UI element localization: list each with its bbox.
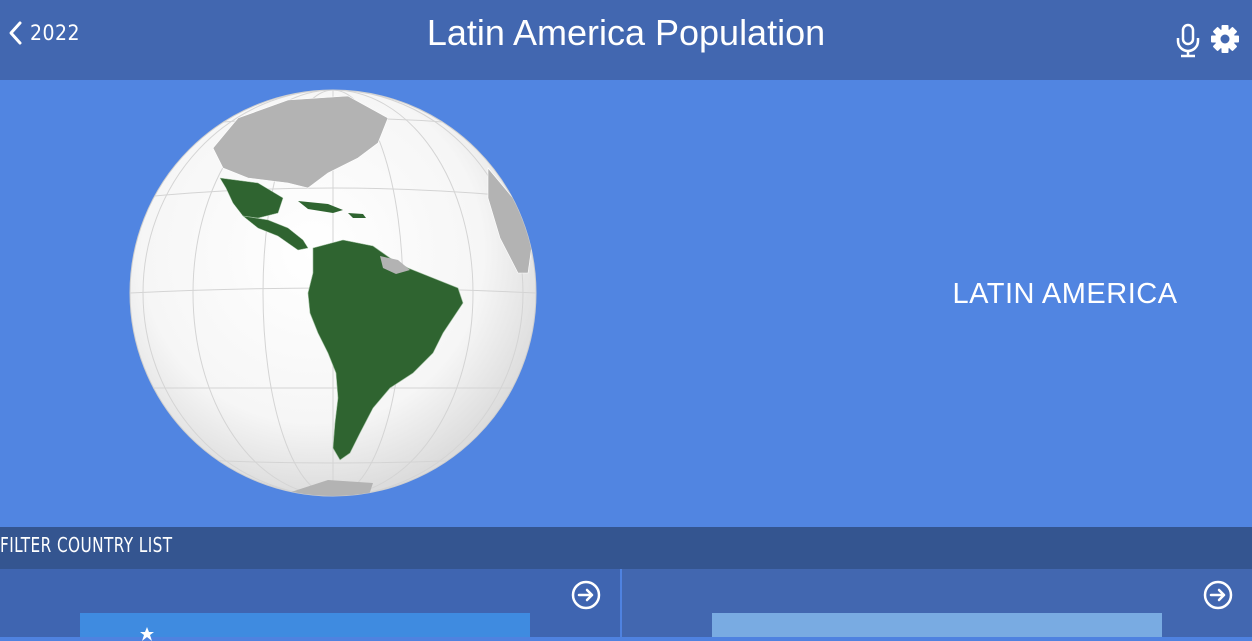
microphone-icon[interactable] [1174, 23, 1202, 59]
top-bar: 2022 Latin America Population [0, 0, 1252, 80]
arrow-right-circle-icon[interactable] [571, 580, 601, 610]
region-label: LATIN AMERICA [952, 278, 1178, 310]
country-card[interactable] [0, 569, 620, 641]
globe-map [129, 89, 537, 497]
filter-label: FILTER COUNTRY LIST [0, 533, 173, 557]
region-hero: LATIN AMERICA [0, 80, 1252, 527]
star-icon [140, 627, 154, 641]
gear-icon[interactable] [1208, 22, 1242, 56]
country-flag-tile [712, 613, 1162, 637]
page-title: Latin America Population [426, 12, 826, 53]
country-flag-tile [80, 613, 530, 641]
country-card[interactable] [622, 569, 1252, 637]
arrow-right-circle-icon[interactable] [1203, 580, 1233, 610]
filter-bar[interactable]: FILTER COUNTRY LIST [0, 527, 1252, 569]
